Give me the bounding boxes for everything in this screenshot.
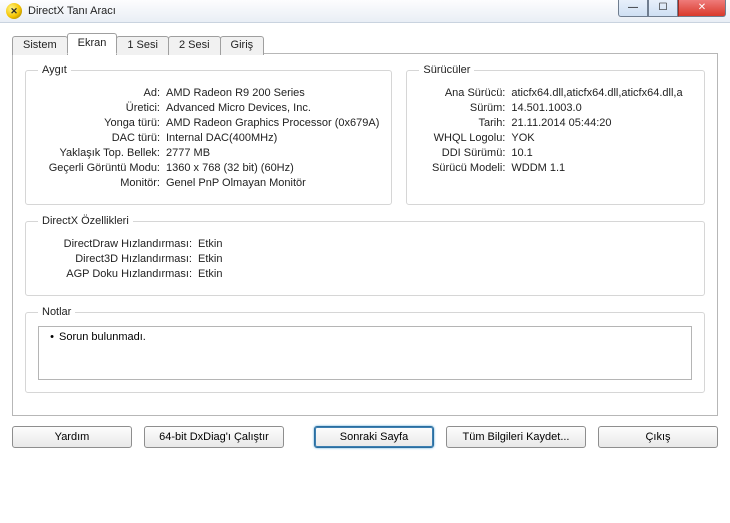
tab-ses1[interactable]: 1 Sesi <box>116 36 169 55</box>
drivers-group: Sürücüler Ana Sürücü:aticfx64.dll,aticfx… <box>406 64 705 205</box>
tab-strip: Sistem Ekran 1 Sesi 2 Sesi Giriş <box>12 33 718 54</box>
bullet-icon: • <box>45 331 59 343</box>
notes-legend: Notlar <box>38 306 75 318</box>
device-bellek-label: Yaklaşık Top. Bellek: <box>38 147 166 159</box>
device-bellek-value: 2777 MB <box>166 147 379 159</box>
title-bar: DirectX Tanı Aracı — ☐ ✕ <box>0 0 730 23</box>
tab-content: Aygıt Ad:AMD Radeon R9 200 Series Üretic… <box>12 53 718 416</box>
drivers-model-value: WDDM 1.1 <box>511 162 692 174</box>
device-monitor-label: Monitör: <box>38 177 166 189</box>
tab-ekran[interactable]: Ekran <box>67 33 118 54</box>
device-ad-label: Ad: <box>38 87 166 99</box>
features-d3d-value: Etkin <box>198 253 692 265</box>
window-title: DirectX Tanı Aracı <box>28 5 116 17</box>
device-dac-value: Internal DAC(400MHz) <box>166 132 379 144</box>
close-button[interactable]: ✕ <box>678 0 726 17</box>
device-ad-value: AMD Radeon R9 200 Series <box>166 87 379 99</box>
tab-giris[interactable]: Giriş <box>220 36 265 55</box>
button-row: Yardım 64-bit DxDiag'ı Çalıştır Sonraki … <box>12 426 718 448</box>
device-yonga-value: AMD Radeon Graphics Processor (0x679A) <box>166 117 379 129</box>
drivers-surum-label: Sürüm: <box>419 102 511 114</box>
tab-sistem[interactable]: Sistem <box>12 36 68 55</box>
drivers-whql-label: WHQL Logolu: <box>419 132 511 144</box>
features-legend: DirectX Özellikleri <box>38 215 133 227</box>
features-ddraw-value: Etkin <box>198 238 692 250</box>
drivers-tarih-label: Tarih: <box>419 117 511 129</box>
drivers-ddi-label: DDI Sürümü: <box>419 147 511 159</box>
device-dac-label: DAC türü: <box>38 132 166 144</box>
device-mod-label: Geçerli Görüntü Modu: <box>38 162 166 174</box>
features-group: DirectX Özellikleri DirectDraw Hızlandır… <box>25 215 705 296</box>
drivers-whql-value: YOK <box>511 132 692 144</box>
exit-button[interactable]: Çıkış <box>598 426 718 448</box>
app-icon <box>6 3 22 19</box>
features-agp-label: AGP Doku Hızlandırması: <box>38 268 198 280</box>
device-mod-value: 1360 x 768 (32 bit) (60Hz) <box>166 162 379 174</box>
save-all-button[interactable]: Tüm Bilgileri Kaydet... <box>446 426 586 448</box>
features-d3d-label: Direct3D Hızlandırması: <box>38 253 198 265</box>
drivers-ddi-value: 10.1 <box>511 147 692 159</box>
help-button[interactable]: Yardım <box>12 426 132 448</box>
drivers-surum-value: 14.501.1003.0 <box>511 102 692 114</box>
device-yonga-label: Yonga türü: <box>38 117 166 129</box>
window-controls: — ☐ ✕ <box>618 0 726 17</box>
device-group: Aygıt Ad:AMD Radeon R9 200 Series Üretic… <box>25 64 392 205</box>
drivers-legend: Sürücüler <box>419 64 474 76</box>
device-legend: Aygıt <box>38 64 71 76</box>
notes-box[interactable]: • Sorun bulunmadı. <box>38 326 692 380</box>
device-uretici-value: Advanced Micro Devices, Inc. <box>166 102 379 114</box>
drivers-ana-value: aticfx64.dll,aticfx64.dll,aticfx64.dll,a <box>511 87 692 99</box>
device-uretici-label: Üretici: <box>38 102 166 114</box>
device-monitor-value: Genel PnP Olmayan Monitör <box>166 177 379 189</box>
maximize-button[interactable]: ☐ <box>648 0 678 17</box>
tab-ses2[interactable]: 2 Sesi <box>168 36 221 55</box>
drivers-tarih-value: 21.11.2014 05:44:20 <box>511 117 692 129</box>
drivers-model-label: Sürücü Modeli: <box>419 162 511 174</box>
dxdiag64-button[interactable]: 64-bit DxDiag'ı Çalıştır <box>144 426 284 448</box>
minimize-button[interactable]: — <box>618 0 648 17</box>
features-agp-value: Etkin <box>198 268 692 280</box>
notes-line: • Sorun bulunmadı. <box>45 331 685 343</box>
drivers-ana-label: Ana Sürücü: <box>419 87 511 99</box>
next-page-button[interactable]: Sonraki Sayfa <box>314 426 434 448</box>
notes-text: Sorun bulunmadı. <box>59 331 146 343</box>
notes-group: Notlar • Sorun bulunmadı. <box>25 306 705 393</box>
features-ddraw-label: DirectDraw Hızlandırması: <box>38 238 198 250</box>
